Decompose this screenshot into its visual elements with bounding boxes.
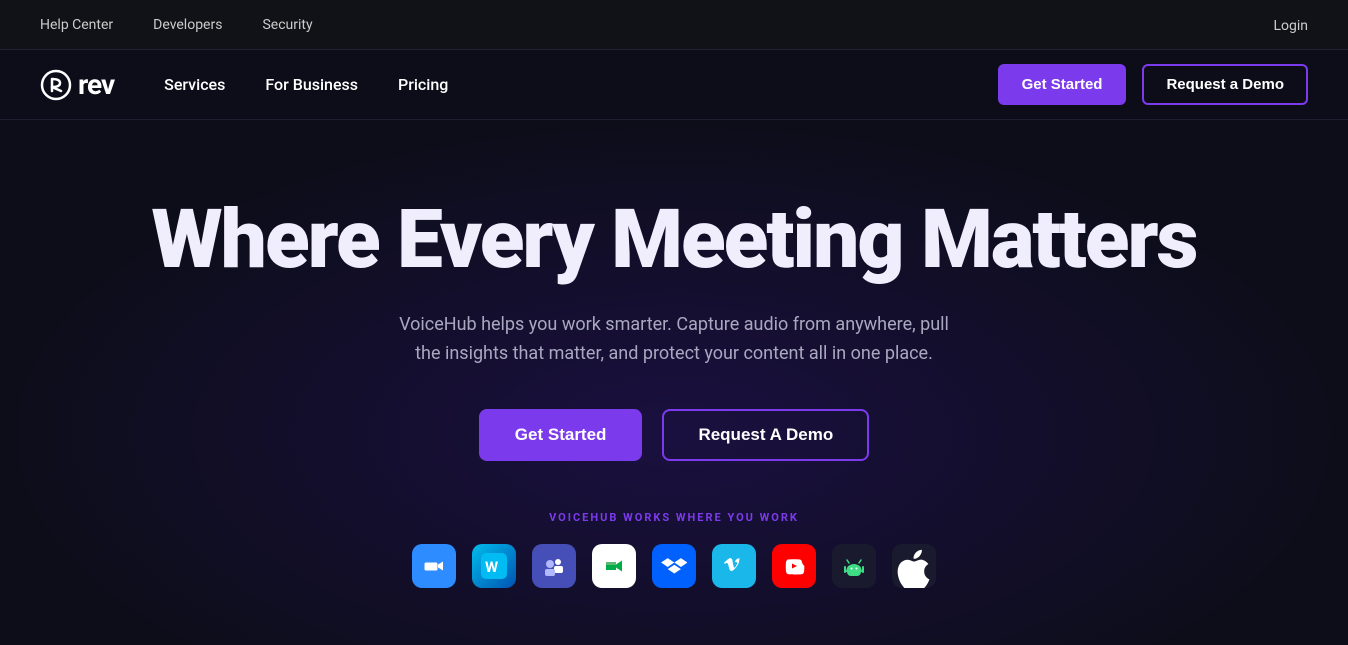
nav-left: rev Services For Business Pricing (40, 68, 448, 101)
help-center-link[interactable]: Help Center (40, 17, 113, 33)
rev-logo-icon (40, 69, 72, 101)
webex-icon: W (472, 544, 516, 588)
nav-request-demo-button[interactable]: Request a Demo (1142, 64, 1308, 105)
nav-for-business-link[interactable]: For Business (265, 75, 358, 94)
nav-get-started-button[interactable]: Get Started (998, 64, 1127, 105)
youtube-icon (772, 544, 816, 588)
developers-link[interactable]: Developers (153, 17, 222, 33)
nav-pricing-link[interactable]: Pricing (398, 75, 448, 94)
hero-title: Where Every Meeting Matters (151, 197, 1196, 283)
logo[interactable]: rev (40, 68, 114, 101)
logo-text: rev (78, 68, 114, 101)
top-bar-links: Help Center Developers Security (40, 17, 313, 33)
app-icons-row: W (412, 544, 936, 588)
nav-links: Services For Business Pricing (164, 75, 448, 94)
security-link[interactable]: Security (262, 17, 312, 33)
top-utility-bar: Help Center Developers Security Login (0, 0, 1348, 50)
google-meet-icon (592, 544, 636, 588)
hero-buttons: Get Started Request A Demo (479, 409, 869, 461)
vimeo-icon (712, 544, 756, 588)
hero-subtitle: VoiceHub helps you work smarter. Capture… (394, 311, 954, 369)
login-link[interactable]: Login (1273, 18, 1308, 34)
android-icon (832, 544, 876, 588)
nav-right: Get Started Request a Demo (998, 64, 1308, 105)
hero-request-demo-button[interactable]: Request A Demo (662, 409, 869, 461)
apple-icon (892, 544, 936, 588)
works-where-label: VOICEHUB WORKS WHERE YOU WORK (549, 511, 799, 524)
hero-get-started-button[interactable]: Get Started (479, 409, 643, 461)
top-bar-right: Login (1273, 15, 1308, 34)
teams-icon (532, 544, 576, 588)
svg-text:W: W (485, 558, 498, 576)
nav-services-link[interactable]: Services (164, 75, 225, 94)
zoom-icon (412, 544, 456, 588)
main-nav: rev Services For Business Pricing Get St… (0, 50, 1348, 120)
hero-section: Where Every Meeting Matters VoiceHub hel… (0, 120, 1348, 645)
dropbox-icon (652, 544, 696, 588)
